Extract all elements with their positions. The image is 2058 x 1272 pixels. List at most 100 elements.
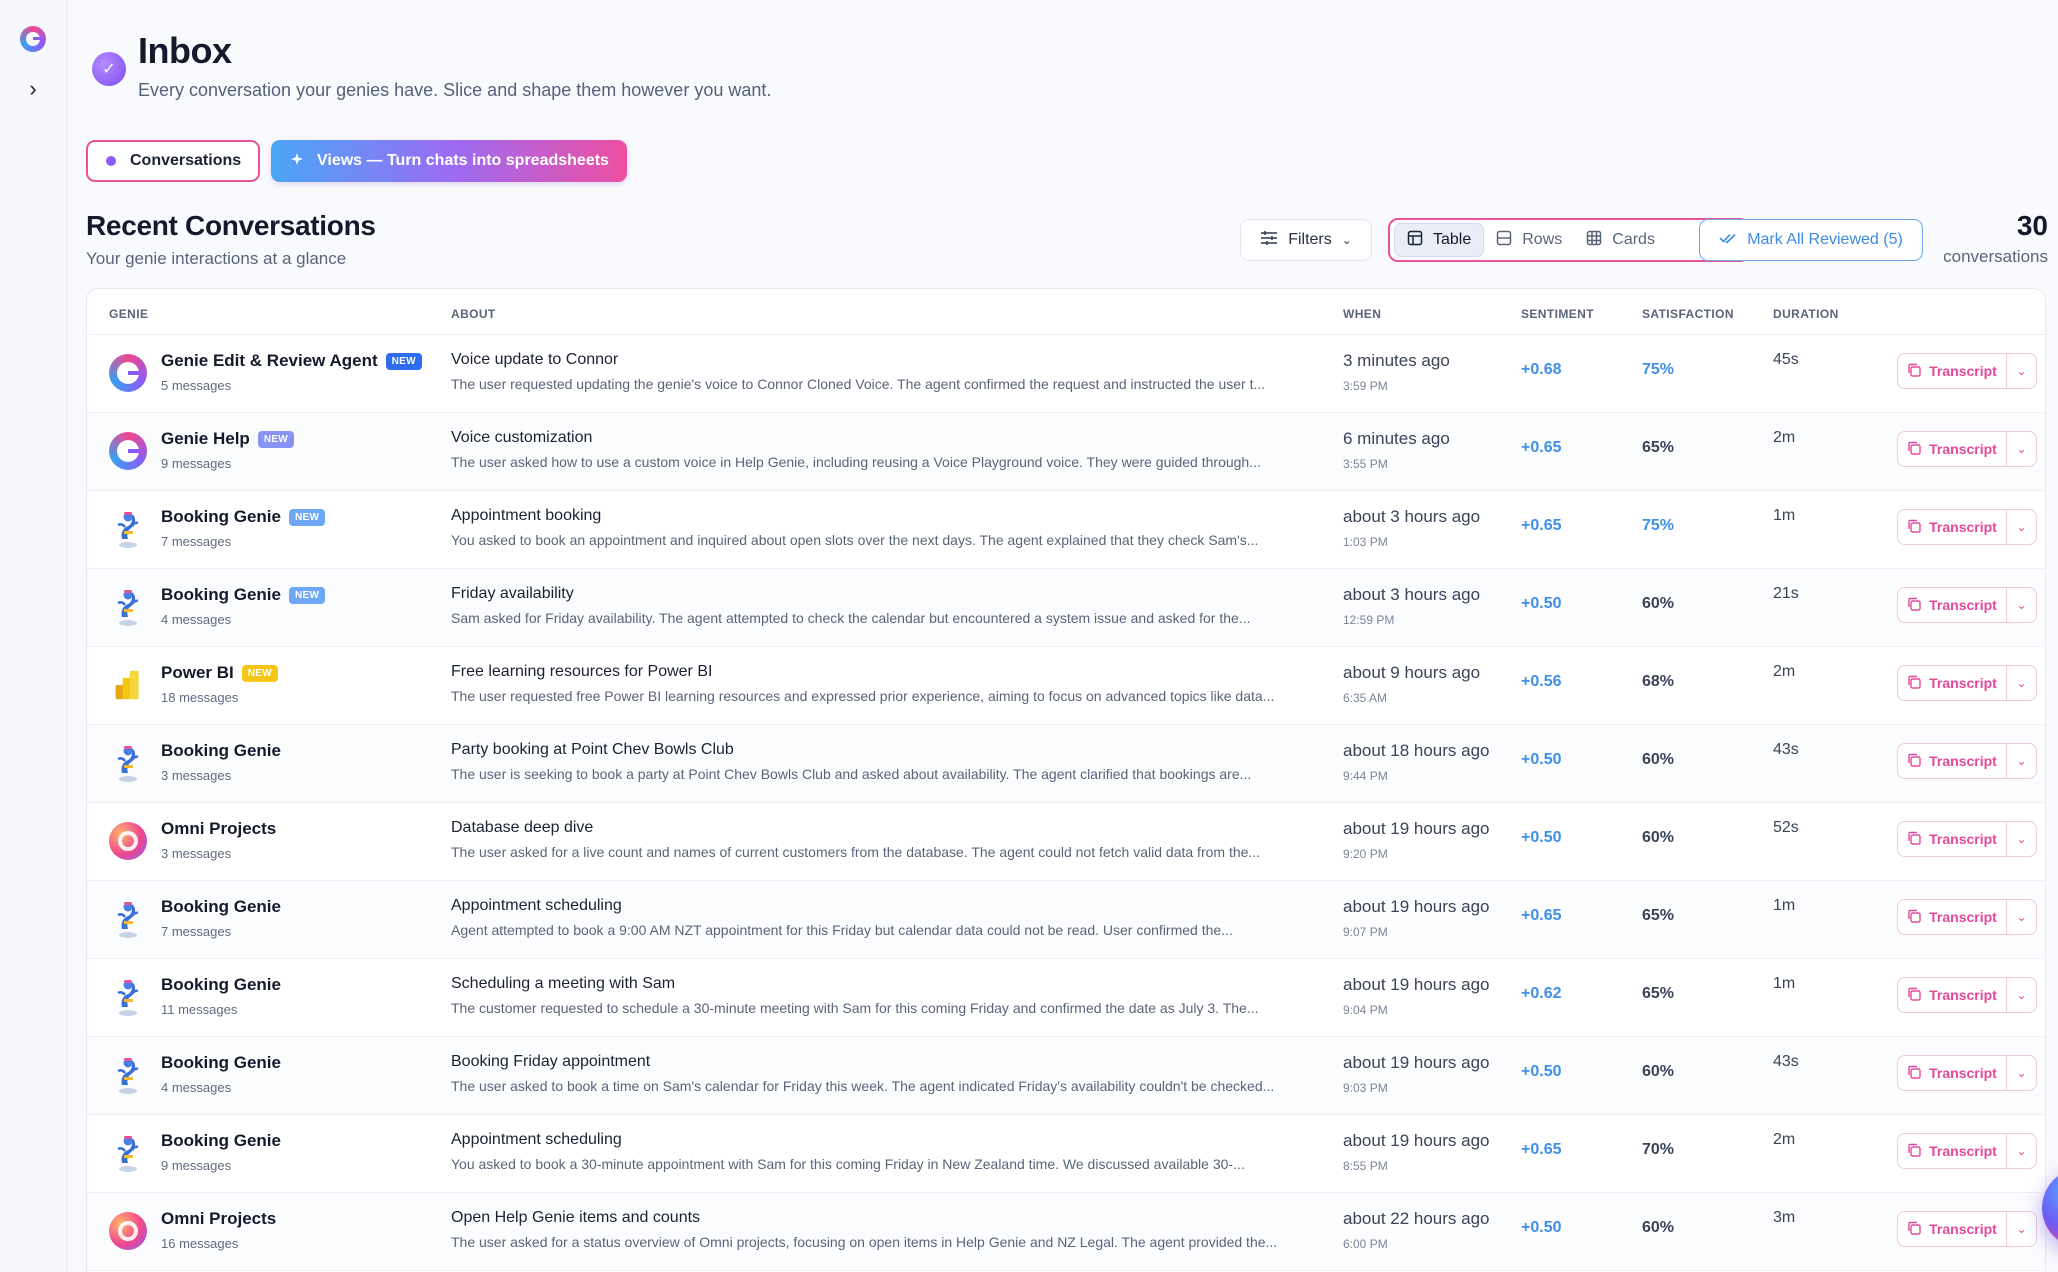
conversation-summary: The user asked how to use a custom voice… [451, 454, 1261, 470]
table-row[interactable]: Booking Genie 3 messages Party booking a… [87, 725, 2045, 803]
duration: 1m [1773, 507, 1796, 524]
table-row[interactable]: Genie Help NEW 9 messages Voice customiz… [87, 413, 2045, 491]
table-row[interactable]: Booking Genie 4 messages Booking Friday … [87, 1037, 2045, 1115]
transcript-label: Transcript [1929, 519, 1997, 535]
chevron-down-icon[interactable]: ⌄ [2006, 1056, 2036, 1090]
transcript-button[interactable]: Transcript [1898, 900, 2006, 934]
table-row[interactable]: Genie Edit & Review Agent NEW 5 messages… [87, 335, 2045, 413]
transcript-button[interactable]: Transcript [1898, 1212, 2006, 1246]
chevron-down-icon[interactable]: ⌄ [2006, 1212, 2036, 1246]
col-when[interactable]: WHEN [1343, 307, 1381, 321]
genie-name: Booking Genie [161, 1131, 281, 1150]
chevron-down-icon[interactable]: ⌄ [2006, 744, 2036, 778]
table-row[interactable]: Booking Genie 7 messages Appointment sch… [87, 881, 2045, 959]
col-about[interactable]: ABOUT [451, 307, 496, 321]
conversation-summary: The user asked to book a time on Sam's c… [451, 1078, 1275, 1094]
transcript-button[interactable]: Transcript [1898, 744, 2006, 778]
copy-icon [1907, 519, 1921, 536]
page-subtitle: Every conversation your genies have. Sli… [138, 80, 772, 100]
conversation-title: Appointment scheduling [451, 1131, 622, 1148]
sentiment-score: +0.65 [1521, 439, 1562, 456]
view-cards-label: Cards [1612, 231, 1655, 248]
conversation-title: Party booking at Point Chev Bowls Club [451, 741, 734, 758]
message-count: 3 messages [161, 768, 232, 783]
transcript-button[interactable]: Transcript [1898, 510, 2006, 544]
transcript-label: Transcript [1929, 441, 1997, 457]
copy-icon [1907, 987, 1921, 1004]
duration: 1m [1773, 975, 1796, 992]
transcript-split-button: Transcript ⌄ [1897, 899, 2037, 935]
message-count: 4 messages [161, 612, 232, 627]
relative-time: about 19 hours ago [1343, 897, 1490, 916]
transcript-label: Transcript [1929, 909, 1997, 925]
view-table-button[interactable]: Table [1394, 223, 1485, 257]
message-count: 5 messages [161, 378, 232, 393]
table-row[interactable]: Omni Projects 16 messages Open Help Geni… [87, 1193, 2045, 1271]
conversation-title: Database deep dive [451, 819, 594, 836]
genie-name: Power BI [161, 663, 234, 682]
section-title: Recent Conversations [86, 210, 376, 241]
table-row[interactable]: Booking Genie NEW 7 messages Appointment… [87, 491, 2045, 569]
table-row[interactable]: Booking Genie 9 messages Appointment sch… [87, 1115, 2045, 1193]
chevron-down-icon[interactable]: ⌄ [2006, 510, 2036, 544]
new-badge: NEW [288, 508, 326, 526]
chevron-down-icon[interactable]: ⌄ [2006, 666, 2036, 700]
transcript-button[interactable]: Transcript [1898, 822, 2006, 856]
satisfaction-score: 60% [1642, 595, 1675, 612]
copy-icon [1907, 675, 1921, 692]
chevron-down-icon[interactable]: ⌄ [2006, 978, 2036, 1012]
col-duration[interactable]: DURATION [1773, 307, 1839, 321]
transcript-button[interactable]: Transcript [1898, 354, 2006, 388]
transcript-split-button: Transcript ⌄ [1897, 509, 2037, 545]
relative-time: about 3 hours ago [1343, 507, 1481, 526]
conversation-summary: The user asked for a status overview of … [451, 1234, 1278, 1250]
relative-time: about 19 hours ago [1343, 819, 1490, 838]
transcript-button[interactable]: Transcript [1898, 1056, 2006, 1090]
sentiment-score: +0.50 [1521, 751, 1562, 768]
sentiment-score: +0.50 [1521, 595, 1562, 612]
transcript-button[interactable]: Transcript [1898, 666, 2006, 700]
chevron-right-icon[interactable]: › [22, 76, 44, 101]
chevron-down-icon: ⌄ [1341, 233, 1352, 247]
col-sentiment[interactable]: SENTIMENT [1521, 307, 1594, 321]
col-satisfaction[interactable]: SATISFACTION [1642, 307, 1734, 321]
chevron-down-icon[interactable]: ⌄ [2006, 432, 2036, 466]
tab-conversations[interactable]: Conversations [86, 140, 260, 182]
chevron-down-icon[interactable]: ⌄ [2006, 822, 2036, 856]
genie-name: Omni Projects [161, 1209, 277, 1228]
view-rows-button[interactable]: Rows [1484, 223, 1574, 257]
conversation-count-label: conversations [1943, 247, 2048, 266]
transcript-button[interactable]: Transcript [1898, 978, 2006, 1012]
view-cards-button[interactable]: Cards [1574, 223, 1667, 257]
transcript-button[interactable]: Transcript [1898, 1134, 2006, 1168]
copy-icon [1907, 363, 1921, 380]
copy-icon [1907, 1065, 1921, 1082]
table-row[interactable]: Booking Genie NEW 4 messages Friday avai… [87, 569, 2045, 647]
app-logo-icon[interactable] [20, 26, 46, 52]
table-row[interactable]: Omni Projects 3 messages Database deep d… [87, 803, 2045, 881]
grid-icon [1586, 230, 1602, 251]
transcript-label: Transcript [1929, 597, 1997, 613]
duration: 43s [1773, 741, 1799, 758]
booking-genie-icon [109, 1134, 147, 1172]
sentiment-score: +0.50 [1521, 829, 1562, 846]
inbox-chat-icon: ✓ [92, 52, 126, 86]
transcript-button[interactable]: Transcript [1898, 432, 2006, 466]
chevron-down-icon[interactable]: ⌄ [2006, 900, 2036, 934]
genie-name: Genie Edit & Review Agent [161, 351, 378, 370]
message-count: 3 messages [161, 846, 232, 861]
table-row[interactable]: Booking Genie 11 messages Scheduling a m… [87, 959, 2045, 1037]
chevron-down-icon[interactable]: ⌄ [2006, 588, 2036, 622]
chevron-down-icon[interactable]: ⌄ [2006, 1134, 2036, 1168]
filters-button[interactable]: Filters ⌄ [1240, 219, 1372, 261]
chevron-down-icon[interactable]: ⌄ [2006, 354, 2036, 388]
mark-all-reviewed-button[interactable]: Mark All Reviewed (5) [1699, 219, 1923, 261]
tab-views[interactable]: Views — Turn chats into spreadsheets [271, 140, 627, 182]
col-genie[interactable]: GENIE [109, 307, 148, 321]
transcript-button[interactable]: Transcript [1898, 588, 2006, 622]
transcript-split-button: Transcript ⌄ [1897, 665, 2037, 701]
table-row[interactable]: Power BI NEW 18 messages Free learning r… [87, 647, 2045, 725]
view-rows-label: Rows [1522, 231, 1563, 248]
transcript-split-button: Transcript ⌄ [1897, 1133, 2037, 1169]
copy-icon [1907, 441, 1921, 458]
